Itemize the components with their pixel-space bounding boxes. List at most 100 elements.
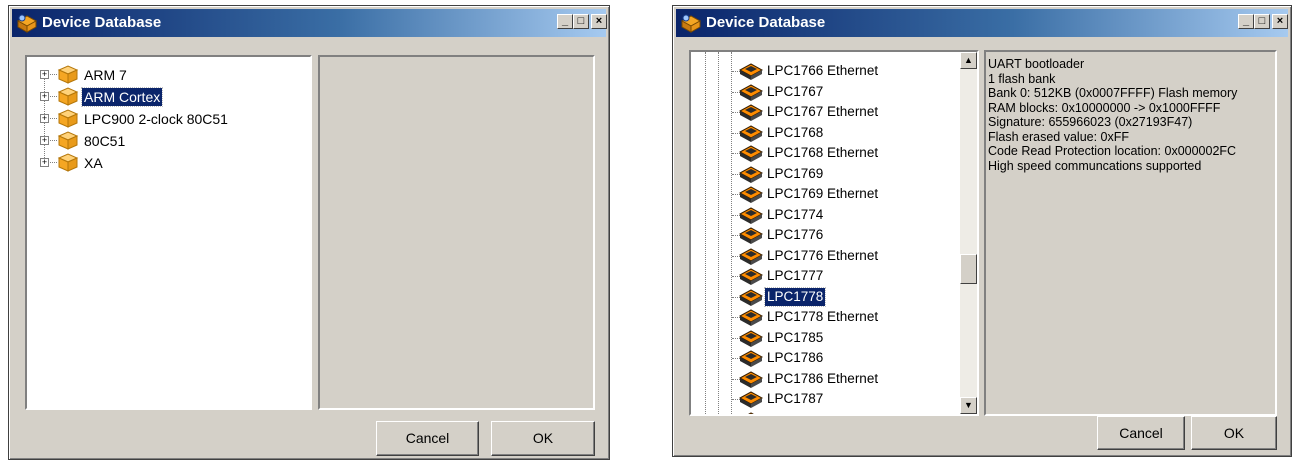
chip-icon (738, 83, 764, 101)
expand-toggle[interactable]: + (40, 114, 49, 123)
cancel-button[interactable]: Cancel (376, 421, 479, 456)
expand-toggle[interactable]: + (40, 158, 49, 167)
device-node-label: LPC1767 (767, 83, 824, 99)
device-node[interactable]: LPC1787 (691, 389, 956, 411)
device-node[interactable]: LPC1769 Ethernet (691, 184, 956, 206)
device-node[interactable]: LPC1769 (691, 164, 956, 186)
chip-icon (738, 165, 764, 183)
device-info-panel (318, 55, 595, 410)
device-node-label: LPC1766 Ethernet (767, 63, 879, 78)
device-node[interactable]: LPC1774 (691, 205, 956, 227)
chip-icon (738, 329, 764, 347)
scroll-down-button[interactable]: ▼ (960, 397, 977, 414)
device-node[interactable]: LPC1767 (691, 82, 956, 104)
chip-icon (738, 288, 764, 306)
device-node[interactable]: LPC1786 (691, 348, 956, 370)
device-node[interactable]: LPC1778 (691, 286, 956, 309)
device-node-label: LPC1768 (767, 124, 824, 140)
expand-toggle[interactable]: + (40, 92, 49, 101)
scroll-up-button[interactable]: ▲ (960, 52, 977, 69)
folder-icon (57, 87, 79, 106)
device-node[interactable]: LPC1778 Ethernet (691, 307, 956, 329)
chip-icon (738, 309, 764, 326)
device-node[interactable]: LPC1766 Ethernet (691, 61, 956, 83)
database-icon (16, 14, 38, 33)
folder-icon (57, 130, 79, 153)
device-node[interactable]: LPC1776 Ethernet (691, 246, 956, 268)
tree-node-label: 80C51 (84, 133, 126, 149)
chip-icon (738, 370, 764, 388)
chip-icon (738, 104, 764, 121)
scroll-thumb[interactable] (960, 253, 977, 284)
device-node-label: LPC1787 (767, 391, 824, 406)
window-title: Device Database (42, 14, 162, 31)
device-tree[interactable]: + ARM 7 + ARM Cortex + LPC900 2-clock 80C51 +8… (25, 55, 312, 410)
cancel-button[interactable]: Cancel (1097, 416, 1185, 450)
info-line: 1 flash bank (988, 71, 1056, 86)
device-database-window-right: Device Database _ □ × LPC1766 Ethernet LP… (672, 5, 1292, 457)
tree-node[interactable]: + ARM Cortex (27, 86, 307, 108)
device-node[interactable]: LPC1776 (691, 225, 956, 247)
minimize-button[interactable]: _ (1238, 14, 1254, 29)
chip-icon (738, 391, 764, 408)
device-database-window-left: Device Database _ □ × + ARM 7 + ARM Cortex +… (8, 5, 610, 460)
info-line: Code Read Protection location: 0x000002F… (988, 144, 1237, 158)
device-node-label: LPC1769 Ethernet (767, 186, 879, 201)
info-line: High speed communcations supported (988, 158, 1202, 173)
device-node[interactable]: LPC1785 (691, 328, 956, 350)
title-bar[interactable]: Device Database _ □ × (676, 9, 1288, 37)
close-button[interactable]: × (591, 14, 607, 29)
folder-icon (57, 65, 79, 84)
ok-button[interactable]: OK (1191, 416, 1277, 450)
expand-toggle[interactable]: + (40, 136, 49, 145)
chip-icon (738, 227, 764, 244)
device-node[interactable]: LPC1786 Ethernet (691, 369, 956, 391)
device-node-label: LPC1785 (767, 329, 824, 345)
info-line: RAM blocks: 0x10000000 -> 0x1000FFFF (988, 100, 1221, 115)
tree-node[interactable]: + ARM 7 (27, 64, 307, 86)
chip-icon (738, 124, 764, 142)
tree-node-label: XA (84, 155, 103, 171)
chip-icon (738, 268, 764, 285)
device-node-label: LPC1778 (763, 286, 827, 307)
ok-button[interactable]: OK (491, 421, 595, 456)
device-node-label: LPC1778 Ethernet (767, 309, 879, 324)
folder-icon (57, 153, 79, 172)
minimize-button[interactable]: _ (557, 14, 573, 29)
device-node-label: LPC1776 (767, 227, 824, 242)
expand-toggle[interactable]: + (40, 70, 49, 79)
device-list-tree[interactable]: LPC1766 Ethernet LPC1767 LPC1767 Ethernet L… (689, 50, 979, 416)
device-node[interactable]: LPC1767 Ethernet (691, 102, 956, 124)
database-icon (680, 14, 702, 33)
tree-node[interactable]: +80C51 (27, 130, 307, 152)
device-node-label: LPC1767 Ethernet (767, 104, 879, 119)
title-bar[interactable]: Device Database _ □ × (12, 9, 607, 37)
device-node[interactable]: LPC1768 (691, 123, 956, 145)
device-node[interactable]: LPC1768 Ethernet (691, 143, 956, 165)
folder-icon (57, 131, 79, 150)
folder-icon (57, 152, 79, 175)
tree-node-label: ARM Cortex (80, 87, 164, 107)
maximize-button[interactable]: □ (1254, 14, 1270, 29)
device-node[interactable]: LPC1788 (691, 410, 956, 415)
device-node-label: LPC1788 (765, 411, 825, 415)
device-info-text: UART bootloader 1 flash bank Bank 0: 512KB… (988, 57, 1275, 173)
info-line: Flash erased value: 0xFF (988, 129, 1130, 144)
info-line: Bank 0: 512KB (0x0007FFFF) Flash memory (988, 86, 1238, 100)
chip-icon (738, 145, 764, 162)
info-line: UART bootloader (988, 57, 1085, 71)
vertical-scrollbar[interactable]: ▲ ▼ (960, 52, 977, 414)
device-node-label: LPC1776 Ethernet (767, 247, 879, 263)
chip-icon (738, 350, 764, 367)
maximize-button[interactable]: □ (573, 14, 589, 29)
tree-node[interactable]: + XA (27, 152, 307, 174)
folder-icon (57, 108, 79, 131)
device-node-label: LPC1786 Ethernet (767, 370, 879, 386)
folder-icon (57, 109, 79, 128)
folder-icon (57, 64, 79, 87)
chip-icon (739, 410, 763, 414)
close-button[interactable]: × (1272, 14, 1288, 29)
device-node[interactable]: LPC1777 (691, 266, 956, 288)
chip-icon (747, 411, 755, 414)
tree-node[interactable]: + LPC900 2-clock 80C51 (27, 108, 307, 130)
